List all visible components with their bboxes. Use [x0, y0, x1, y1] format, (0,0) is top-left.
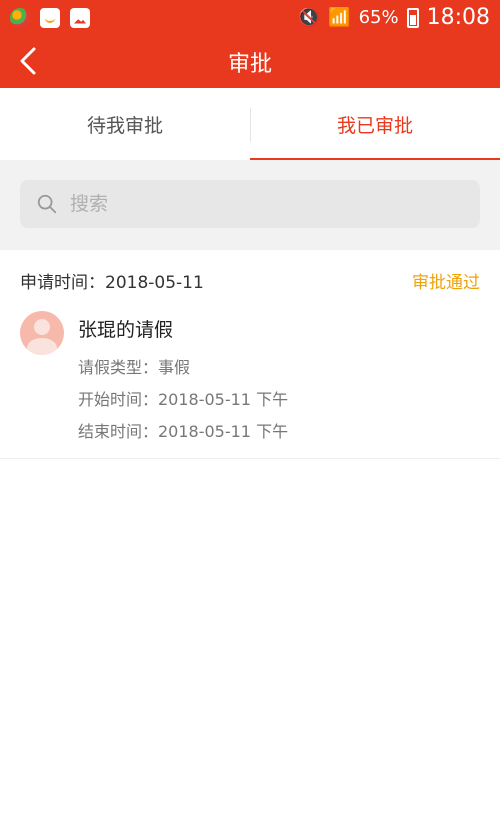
tab-approved-by-me[interactable]: 我已审批: [250, 88, 500, 160]
approval-record-card[interactable]: 申请时间：2018-05-11 审批通过 张琨的请假 请假类型：事假 开始时间：…: [0, 250, 500, 459]
wifi-icon: 📶: [328, 7, 351, 28]
store-app-icon: [40, 7, 60, 28]
back-arrow-icon[interactable]: [14, 45, 46, 77]
apply-time: 申请时间：2018-05-11: [20, 273, 204, 293]
page-title: 审批: [227, 51, 272, 77]
start-time: 开始时间：2018-05-11 下午: [78, 390, 289, 409]
card-body: 张琨的请假 请假类型：事假 开始时间：2018-05-11 下午 结束时间：20…: [20, 311, 480, 448]
status-notifications: [10, 7, 90, 28]
battery-percent: 65%: [358, 7, 399, 28]
gallery-app-icon: [70, 7, 90, 28]
card-header: 申请时间：2018-05-11 审批通过: [20, 268, 480, 293]
end-time: 结束时间：2018-05-11 下午: [78, 422, 289, 441]
status-bar: 🔇 📶 65% 18:08: [0, 0, 500, 35]
search-box[interactable]: [20, 180, 480, 228]
status-system: 🔇 📶 65% 18:08: [298, 5, 490, 30]
leave-title: 张琨的请假: [78, 319, 174, 341]
search-icon: [37, 194, 57, 214]
record-details: 张琨的请假 请假类型：事假 开始时间：2018-05-11 下午 结束时间：20…: [78, 311, 288, 448]
battery-icon: [406, 7, 419, 28]
leave-type: 请假类型：事假: [78, 358, 191, 377]
clock: 18:08: [426, 5, 490, 30]
avatar: [20, 311, 64, 355]
avatar-head-icon: [34, 319, 50, 335]
status-badge: 审批通过: [412, 273, 480, 293]
search-input[interactable]: [67, 192, 464, 216]
search-area: [0, 160, 500, 250]
tab-bar: 待我审批 我已审批: [0, 88, 500, 160]
tab-pending-approval[interactable]: 待我审批: [0, 88, 250, 160]
avatar-body-icon: [27, 338, 57, 355]
mute-icon: 🔇: [297, 7, 321, 28]
maps-app-icon: [10, 7, 30, 28]
nav-bar: 审批: [0, 35, 500, 88]
